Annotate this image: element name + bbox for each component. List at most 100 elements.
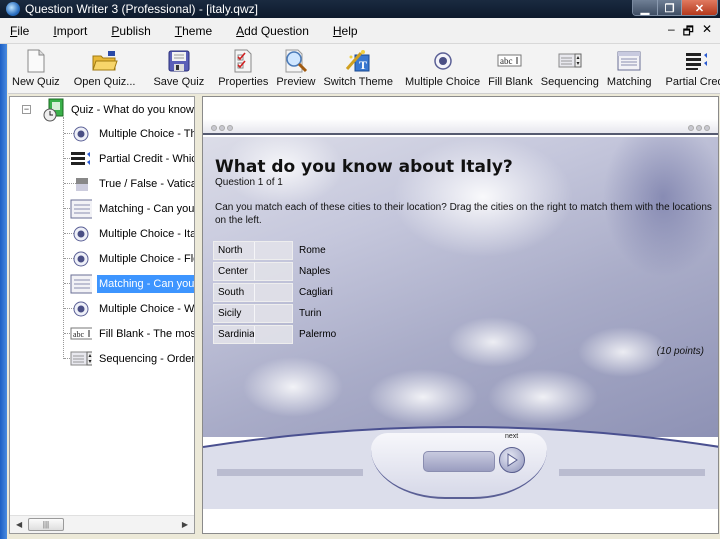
grid-list-icon [616,49,642,73]
preview-button[interactable]: Preview [272,45,319,93]
match-row: Sardinia Palermo [213,325,336,344]
location-drop-target[interactable]: North [213,241,293,260]
magnifier-icon [283,49,309,73]
player-controls: next [203,397,718,517]
menu-import[interactable]: Import [51,22,89,40]
tree-item[interactable]: Sequencing - Order the [70,348,195,370]
true-false-icon [70,174,92,194]
tree-item[interactable]: Multiple Choice - The 1 [70,123,194,145]
menu-add-question-rest: dd Question [244,23,309,38]
match-row: North Rome [213,241,326,260]
next-button[interactable] [499,447,525,473]
quiz-clock-icon [42,98,64,122]
tree-item[interactable]: Multiple Choice - What [70,298,195,320]
scroll-right-arrow-icon[interactable]: ▶ [182,520,188,529]
tree-item-label: Multiple Choice - What [99,303,195,315]
tree-item-label: Sequencing - Order the [99,353,195,365]
menu-import-rest: mport [56,23,88,38]
draggable-city[interactable]: Naples [299,266,330,277]
menu-bar: File Import Publish Theme Add Question H… [0,18,720,44]
menu-help[interactable]: Help [331,22,360,40]
tree-item[interactable]: abc Fill Blank - The most ac [70,323,194,345]
properties-button[interactable]: Properties [214,45,272,93]
speaker-grill-right [559,469,705,476]
quiz-title: What do you know about Italy? [215,157,513,177]
match-row: Sicily Turin [213,304,321,323]
doc-minimize-icon[interactable]: – [668,22,675,43]
tree-root-label: Quiz - What do you know abo [71,104,194,116]
location-drop-target[interactable]: Sardinia [213,325,293,344]
svg-text:abc: abc [500,56,513,66]
draggable-city[interactable]: Rome [299,245,326,256]
sequencing-icon [70,349,92,369]
draggable-city[interactable]: Cagliari [299,287,333,298]
tree-item-label: Multiple Choice - Italy i [99,228,194,240]
fill-blank-button[interactable]: abc Fill Blank [484,45,537,93]
tree-root-quiz[interactable]: Quiz - What do you know abo [42,98,194,122]
scroll-left-arrow-icon[interactable]: ◀ [16,520,22,529]
tree-item-label: True / False - Vatican [99,178,195,190]
status-display [423,451,495,472]
preview-label: Preview [276,76,316,88]
tree-item[interactable]: Partial Credit - Which c [70,148,194,170]
matching-button[interactable]: Matching [603,45,656,93]
location-drop-target[interactable]: Sicily [213,304,293,323]
restore-button[interactable]: ❐ [657,0,681,15]
partial-credit-button[interactable]: Partial Credit [662,45,720,93]
restore-icon: ❐ [664,2,675,15]
match-row: South Cagliari [213,283,333,302]
partial-credit-label: Partial Credit [665,76,720,88]
horizontal-scrollbar[interactable]: ◀ ||| ▶ [10,515,194,533]
menu-publish-rest: ublish [119,23,151,38]
open-quiz-button[interactable]: Open Quiz... [70,45,140,93]
scrollbar-thumb[interactable]: ||| [28,518,64,531]
switch-theme-button[interactable]: T Switch Theme [319,45,397,93]
menu-file-rest: ile [17,23,30,38]
window-title: Question Writer 3 (Professional) - [ital… [25,2,258,16]
new-quiz-button[interactable]: New Quiz [8,45,64,93]
menu-theme[interactable]: Theme [173,22,214,40]
location-drop-target[interactable]: Center [213,262,293,281]
question-area: What do you know about Italy? Question 1… [203,137,718,437]
matching-label: Matching [606,76,652,88]
tree-item-selected[interactable]: Matching - Can you ma [70,273,194,295]
location-drop-target[interactable]: South [213,283,293,302]
menu-help-mnemonic: H [332,23,342,38]
multiple-choice-button[interactable]: Multiple Choice [401,45,484,93]
spinner-list-icon [557,49,583,73]
close-icon: ✕ [694,2,705,15]
tree-item-label: Multiple Choice - Floren [99,253,194,265]
points-label: (10 points) [656,346,704,357]
tree-item[interactable]: True / False - Vatican [70,173,195,195]
close-button[interactable]: ✕ [681,0,717,15]
match-row: Center Naples [213,262,330,281]
window-frame-edge [0,18,7,539]
list-arrows-icon [684,49,710,73]
draggable-city[interactable]: Turin [299,308,321,319]
new-document-icon [23,49,49,73]
question-tree: − Quiz - What do you know abo Multiple C… [9,96,195,534]
menu-publish[interactable]: Publish [109,22,152,40]
window-controls: ▁ ❐ ✕ [632,0,718,16]
minimize-button[interactable]: ▁ [633,0,657,15]
menu-file[interactable]: File [8,22,31,40]
menu-add-question[interactable]: Add Question [234,22,311,40]
save-quiz-button[interactable]: Save Quiz [149,45,208,93]
question-text: Can you match each of these cities to th… [215,202,712,226]
open-folder-icon [91,49,118,73]
doc-restore-icon[interactable]: 🗗 [683,22,694,43]
tree-item-label: Matching - Can you ma [97,275,194,293]
location-label: North [218,245,243,256]
doc-close-icon[interactable]: ✕ [702,22,712,43]
menu-theme-rest: heme [182,23,213,38]
location-label: Center [218,266,249,277]
tree-item[interactable]: Multiple Choice - Floren [70,248,194,270]
tree-collapse-toggle[interactable]: − [22,105,31,114]
tree-connector [63,117,64,359]
sequencing-button[interactable]: Sequencing [537,45,603,93]
next-label: next [505,433,519,440]
tree-item[interactable]: Multiple Choice - Italy i [70,223,194,245]
tree-item[interactable]: Matching - Can you ma [70,198,194,220]
draggable-city[interactable]: Palermo [299,329,336,340]
checklist-icon [230,49,256,73]
